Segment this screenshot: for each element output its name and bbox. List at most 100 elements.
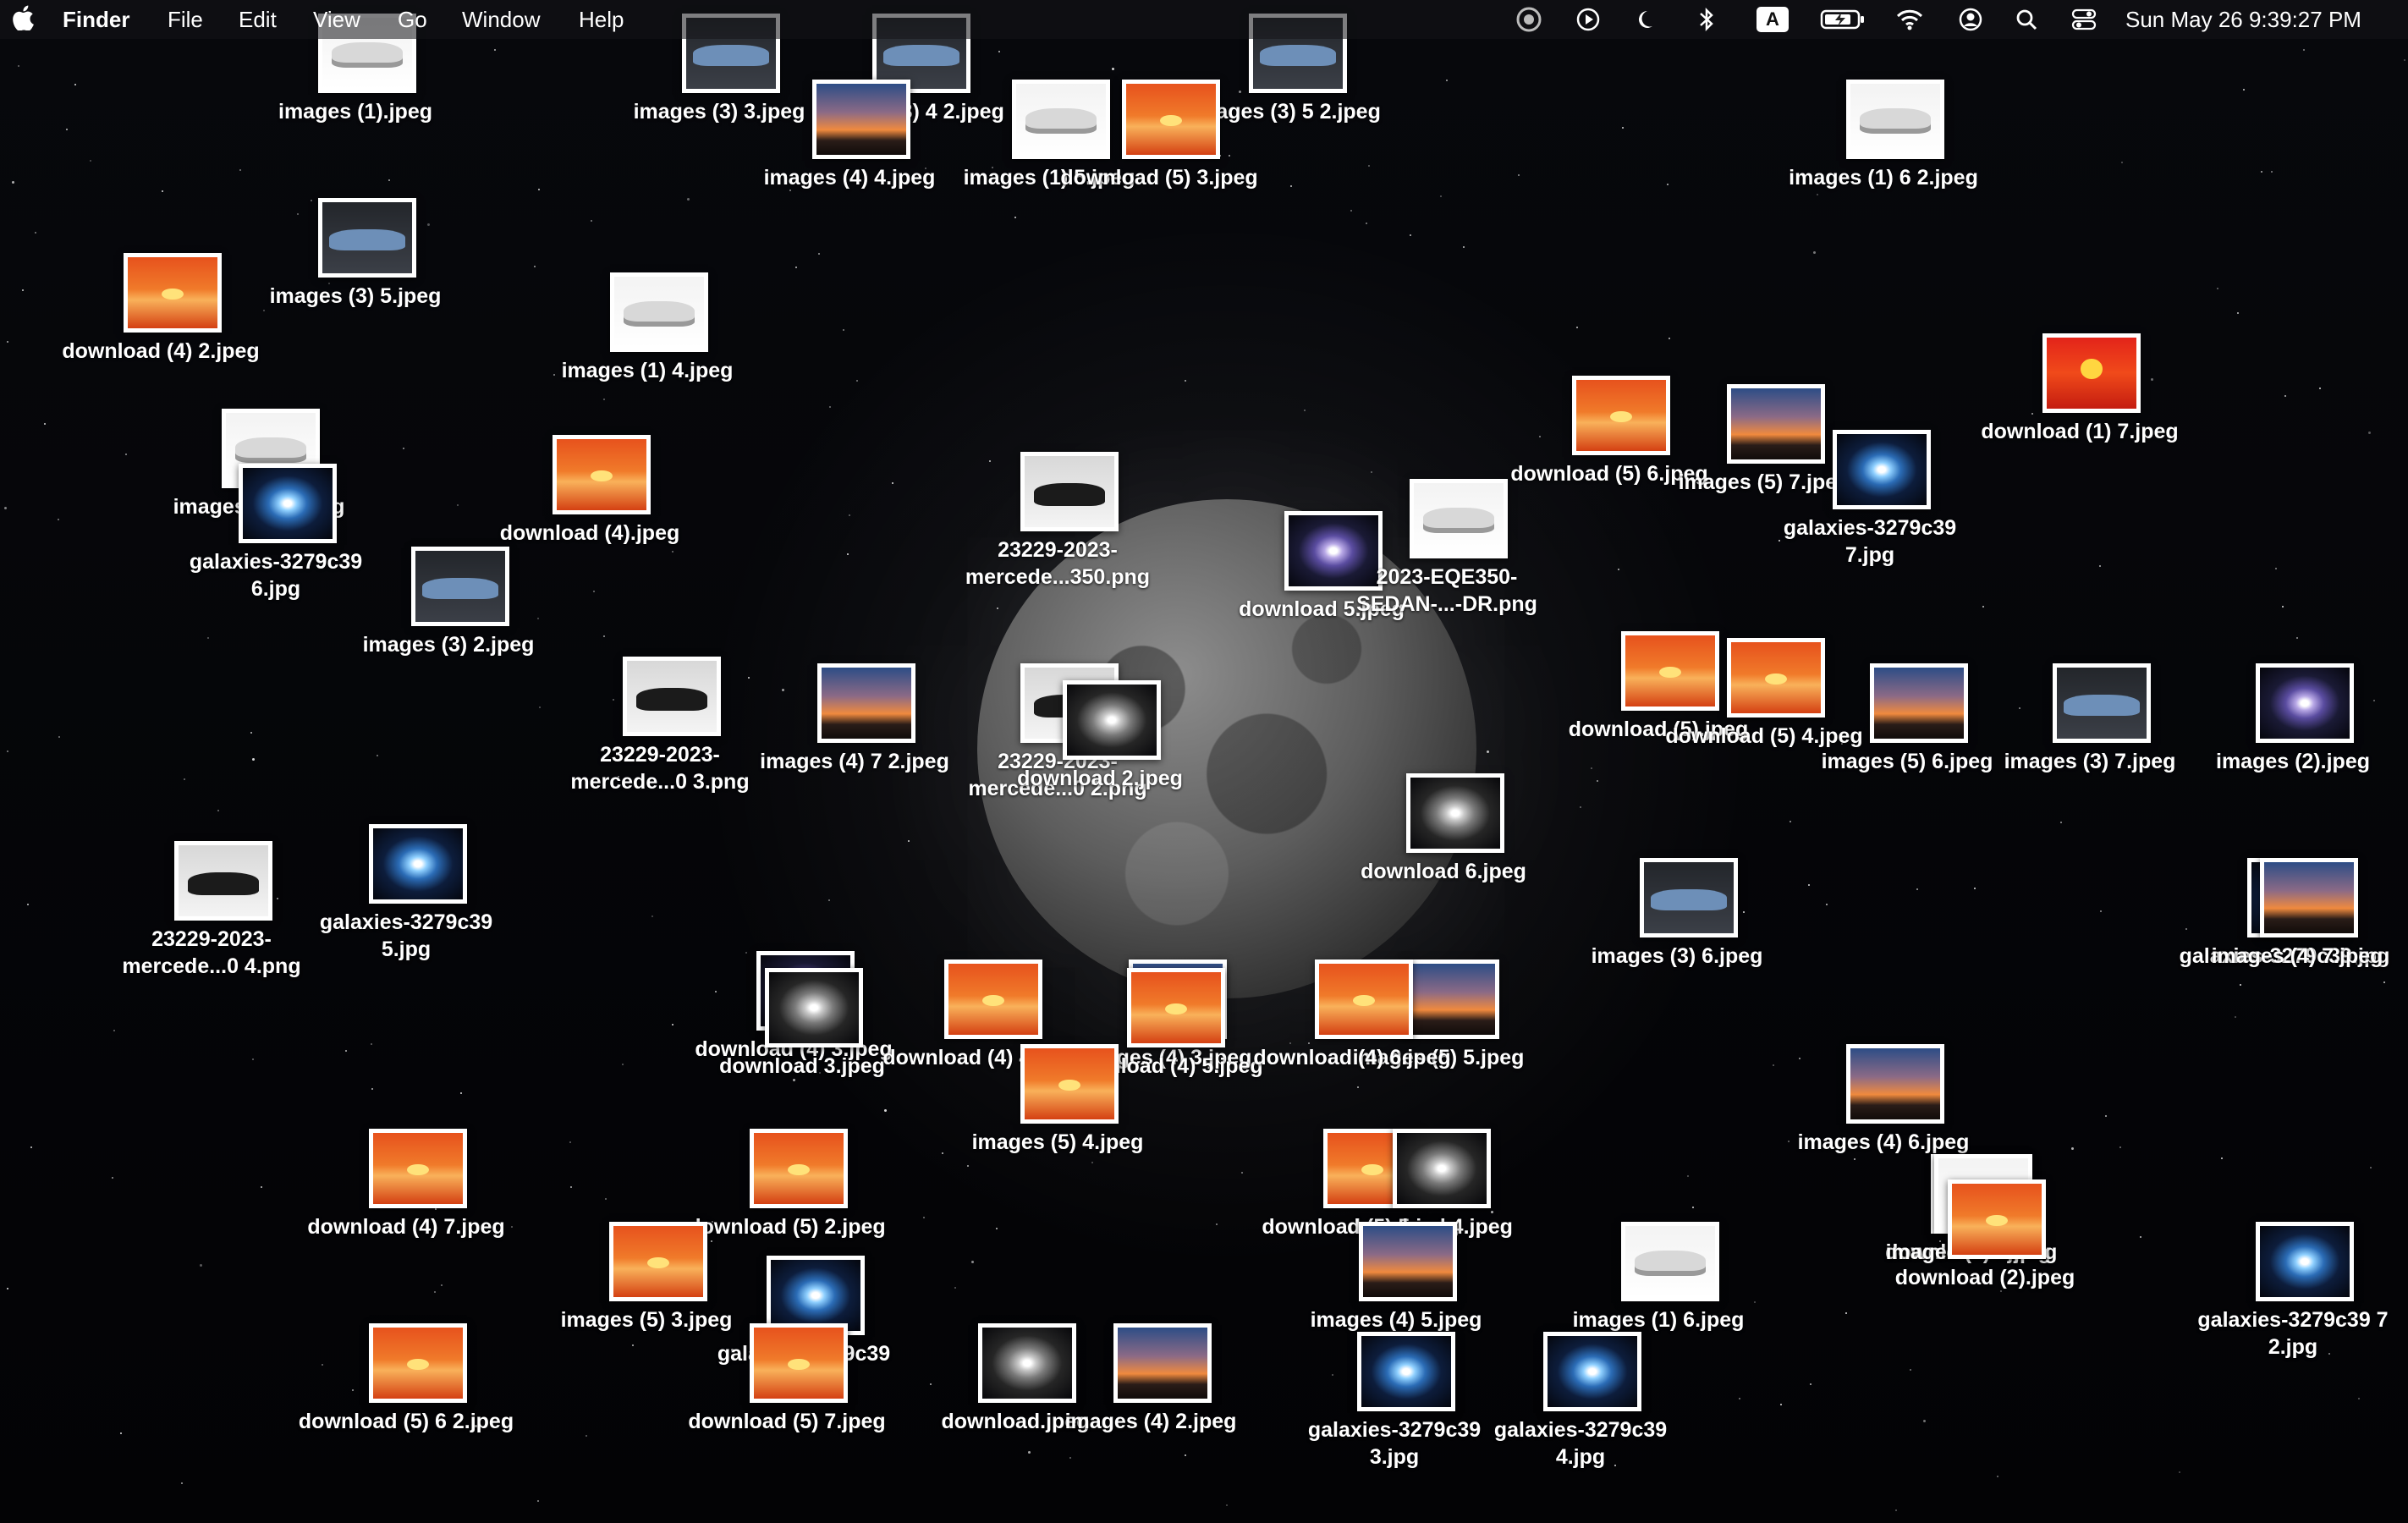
star: [1112, 68, 1114, 70]
menu-go[interactable]: Go: [398, 7, 427, 33]
desktop-file-icon[interactable]: 23229-2023-mercede...0 3.png: [550, 657, 770, 809]
thumbnail-image: [627, 661, 717, 732]
desktop-file-icon[interactable]: images (1) 4.jpeg: [537, 272, 757, 425]
thumbnail-image: [557, 439, 646, 510]
desktop-file-icon[interactable]: images (3) 5.jpeg: [245, 198, 465, 350]
star: [622, 1064, 624, 1065]
desktop-file-icon[interactable]: images (5) 4.jpeg: [948, 1044, 1168, 1196]
menu-help[interactable]: Help: [579, 7, 624, 33]
menu-bar-clock[interactable]: Sun May 26 9:39:27 PM: [2125, 7, 2361, 33]
star: [2121, 162, 2123, 163]
star: [2370, 1167, 2372, 1168]
star: [1687, 1175, 1689, 1177]
desktop-file-icon[interactable]: images (4) 4.jpeg: [739, 80, 959, 232]
menu-file[interactable]: File: [168, 7, 203, 33]
thumbnail-image: [1397, 1133, 1487, 1204]
desktop-file-icon[interactable]: images (1) 6 2.jpeg: [1773, 80, 1993, 232]
file-thumbnail-galaxy-grey: [765, 968, 863, 1047]
star: [1410, 234, 1411, 236]
file-name-label: images (2).jpeg: [2216, 750, 2370, 773]
thumbnail-image: [1837, 434, 1927, 505]
battery-icon[interactable]: [1819, 5, 1866, 34]
star: [908, 840, 910, 842]
star: [457, 504, 459, 506]
file-thumbnail-horizon: [1359, 1222, 1457, 1301]
desktop-file-icon[interactable]: images (3) 2.jpeg: [338, 547, 558, 699]
desktop-file-icon[interactable]: download 6.jpeg: [1333, 773, 1553, 926]
thumbnail-image: [1361, 1336, 1451, 1407]
star: [2235, 1016, 2236, 1018]
star: [603, 635, 605, 637]
menu-window[interactable]: Window: [462, 7, 540, 33]
thumbnail-image: [771, 1260, 860, 1331]
desktop-file-icon[interactable]: 23229-2023-mercede...350.png: [948, 452, 1168, 604]
file-name-label: images (4) 4.jpeg: [763, 166, 936, 190]
thumbnail-image: [1644, 862, 1734, 933]
desktop-file-icon[interactable]: galaxies-3279c39 7 2.jpg: [2183, 1222, 2403, 1374]
desktop-file-icon[interactable]: images (4) 7 2.jpeg: [745, 663, 965, 816]
control-center-icon[interactable]: [2070, 5, 2098, 34]
menu-edit[interactable]: Edit: [239, 7, 277, 33]
bluetooth-icon[interactable]: [1692, 5, 1721, 34]
star: [2296, 637, 2298, 639]
app-name-menu[interactable]: Finder: [63, 7, 129, 33]
star: [162, 190, 163, 192]
star: [843, 329, 844, 331]
star: [1185, 380, 1186, 382]
file-thumbnail-galaxy-grey: [1063, 680, 1161, 760]
desktop[interactable]: images (1).jpegimages (3) 3.jpegimages (…: [0, 0, 2408, 1523]
star: [1826, 904, 1828, 905]
file-thumbnail-galaxy-blue: [369, 824, 467, 904]
thumbnail-image: [128, 257, 217, 328]
play-icon[interactable]: [1574, 5, 1603, 34]
star: [828, 899, 830, 901]
file-name-label: images (3) 5.jpeg: [269, 284, 442, 308]
star: [2261, 171, 2262, 173]
file-thumbnail-car-dark: [623, 657, 721, 736]
desktop-file-icon[interactable]: images (3) 6.jpeg: [1567, 858, 1787, 1010]
star: [1845, 1312, 1847, 1314]
file-name-label: 23229-2023-mercede...0 3.png: [570, 743, 750, 794]
keyboard-input-icon[interactable]: A: [1756, 5, 1790, 34]
file-name-label: images (4) 5.jpeg: [1310, 1308, 1482, 1332]
star: [217, 810, 219, 811]
desktop-file-icon[interactable]: download (2).jpeg: [1875, 1179, 2095, 1332]
desktop-file-icon[interactable]: download 2.jpeg: [990, 680, 1210, 833]
desktop-file-icon[interactable]: download (4) 2.jpeg: [51, 253, 271, 405]
thumbnail-image: [769, 972, 859, 1043]
user-icon[interactable]: [1956, 5, 1985, 34]
desktop-file-icon[interactable]: download (5) 6 2.jpeg: [296, 1323, 516, 1476]
desktop-file-icon[interactable]: images (2).jpeg: [2183, 663, 2403, 816]
file-thumbnail-horizon: [817, 663, 915, 743]
star: [892, 482, 893, 484]
desktop-file-icon[interactable]: download (4) 7.jpeg: [296, 1129, 516, 1281]
desktop-file-icon[interactable]: galaxies-3279c39 5.jpg: [296, 824, 516, 976]
moon-icon[interactable]: [1633, 5, 1662, 34]
desktop-file-icon[interactable]: download (4) 6.jpeg: [1242, 959, 1462, 1112]
star: [2179, 1471, 2180, 1473]
desktop-file-icon[interactable]: images (4) 7.jpeg: [2187, 858, 2407, 1010]
star: [120, 1432, 122, 1434]
desktop-file-icon[interactable]: download (5) 3.jpeg: [1049, 80, 1269, 232]
menu-view[interactable]: View: [313, 7, 360, 33]
star: [591, 220, 592, 222]
star: [58, 736, 60, 738]
search-icon[interactable]: [2012, 5, 2041, 34]
star: [4, 507, 7, 509]
star: [849, 514, 850, 516]
desktop-file-icon[interactable]: download (1) 7.jpeg: [1970, 333, 2190, 486]
wifi-icon[interactable]: [1895, 5, 1924, 34]
star: [200, 1264, 202, 1267]
star: [1916, 888, 1918, 890]
desktop-file-icon[interactable]: images (4) 2.jpeg: [1041, 1323, 1261, 1476]
desktop-file-icon[interactable]: 23229-2023-mercede...0 4.png: [102, 841, 322, 993]
desktop-file-icon[interactable]: download (5) 7.jpeg: [677, 1323, 897, 1476]
apple-logo-icon[interactable]: [12, 5, 34, 36]
desktop-file-icon[interactable]: images (3) 7.jpeg: [1980, 663, 2200, 816]
star: [2271, 171, 2273, 173]
star: [2060, 822, 2062, 823]
desktop-file-icon[interactable]: galaxies-3279c39 4.jpg: [1471, 1332, 1691, 1484]
file-thumbnail-horizon: [1113, 1323, 1212, 1403]
creative-cloud-icon[interactable]: [1515, 5, 1543, 34]
desktop-file-icon[interactable]: galaxies-3279c39 7.jpg: [1760, 430, 1980, 582]
